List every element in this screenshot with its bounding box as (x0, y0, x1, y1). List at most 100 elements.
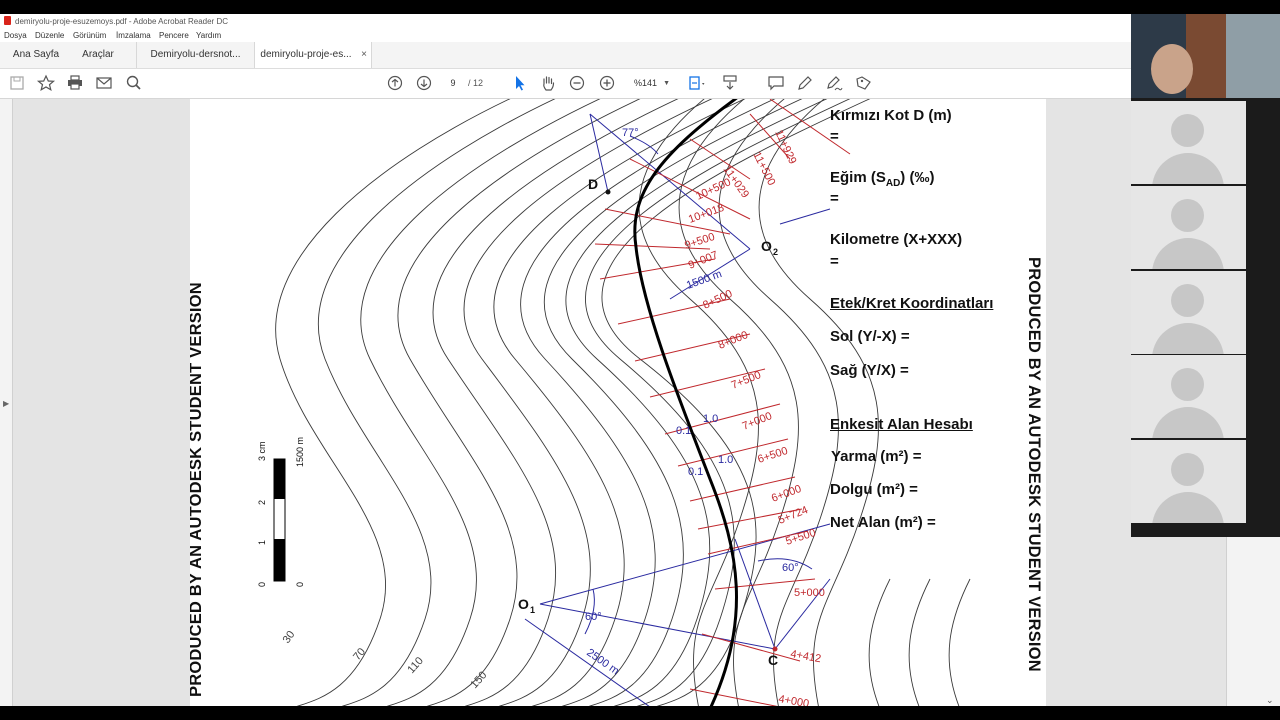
contour-line (318, 99, 556, 706)
sag-coordinate-label: Sağ (Y/X) = (830, 362, 909, 379)
comment-button[interactable] (766, 74, 786, 92)
chevron-down-icon[interactable]: ⌄ (1266, 695, 1274, 706)
slope-label: 0.1 (676, 425, 691, 437)
egim-value: = (830, 190, 839, 207)
avatar-icon (1171, 453, 1204, 486)
highlight-button[interactable] (795, 74, 815, 92)
envelope-icon (96, 77, 112, 89)
fill-sign-icon (856, 76, 871, 90)
geometry-labels: 77° 60° 60° 1500 m 2500 m 0.1 1.0 0.1 1.… (584, 127, 798, 678)
chevron-down-icon: ▼ (663, 80, 670, 87)
menu-bar: Dosya Düzenle Görünüm İmzalama Pencere Y… (0, 29, 1280, 42)
find-button[interactable] (124, 74, 144, 92)
zoom-value: %141 (634, 78, 658, 88)
email-button[interactable] (94, 74, 114, 92)
point-o2-subscript: 2 (773, 247, 778, 257)
zoom-in-button[interactable] (597, 74, 617, 92)
select-tool-button[interactable] (509, 74, 529, 92)
menu-dosya[interactable]: Dosya (4, 31, 27, 40)
participant-tile[interactable] (1131, 186, 1246, 269)
station-label: 4+412 (789, 648, 822, 665)
scroll-mode-button[interactable] (721, 74, 741, 92)
scale-bar: 3 cm 1500 m 2 1 0 0 (257, 437, 305, 587)
scale-tick: 2 (257, 500, 267, 505)
presenter-video (1131, 14, 1280, 98)
zoom-out-button[interactable] (567, 74, 587, 92)
tab-home[interactable]: Ana Sayfa (0, 42, 72, 68)
dolgu-label: Dolgu (m²) = (830, 481, 918, 498)
tab-proje-label: demiryolu-proje-es... (260, 49, 352, 60)
contour-label: 110 (405, 655, 426, 676)
sol-coordinate-label: Sol (Y/-X) = (830, 328, 910, 345)
geometry-line (524, 618, 650, 706)
zoom-level-select[interactable]: %141 ▼ (628, 76, 672, 91)
egim-label: Eğim (SAD) (‰) (830, 169, 934, 189)
document-viewer[interactable]: ▶ 11+929 11+500 11+029 10+500 10+018 9+5… (0, 99, 1280, 706)
avatar-icon (1171, 199, 1204, 232)
tab-tools[interactable]: Araçlar (72, 42, 124, 68)
scale-cm-label: 3 cm (257, 441, 267, 461)
save-button[interactable] (7, 74, 27, 92)
station-tick (701, 633, 801, 662)
station-label: 5+000 (794, 587, 825, 599)
participant-tile[interactable] (1131, 271, 1246, 354)
print-button[interactable] (65, 74, 85, 92)
signature-pen-icon (827, 76, 843, 91)
scale-tick: 0 (257, 582, 267, 587)
menu-pencere[interactable]: Pencere (159, 31, 189, 40)
acrobat-window: demiryolu-proje-esuzemoys.pdf - Adobe Ac… (0, 14, 1280, 706)
station-label: 8+500 (701, 288, 734, 312)
pdf-file-icon (4, 16, 11, 25)
kirmizi-kot-label: Kırmızı Kot D (m) (830, 107, 952, 124)
menu-duzenle[interactable]: Düzenle (35, 31, 64, 40)
point-c-label: C (768, 652, 778, 668)
enkesit-heading: Enkesit Alan Hesabı (830, 416, 973, 433)
contour-line (360, 99, 601, 706)
page-number-input[interactable]: 9 (440, 76, 466, 91)
sign-button[interactable] (824, 74, 844, 92)
station-label: 5+724 (777, 504, 810, 527)
watermark-left: PRODUCED BY AN AUTODESK STUDENT VERSION (190, 282, 205, 697)
avatar-icon (1171, 368, 1204, 401)
close-tab-icon[interactable]: × (361, 42, 367, 68)
point-d-label: D (588, 176, 598, 192)
station-label: 6+000 (770, 483, 803, 505)
slope-label: 1.0 (718, 454, 733, 466)
contour-lines (275, 99, 971, 706)
bookmark-button[interactable] (36, 74, 56, 92)
fit-page-button[interactable] (686, 74, 706, 92)
previous-page-button[interactable] (385, 74, 405, 92)
left-panel-toggle[interactable]: ▶ (0, 99, 13, 706)
next-page-button[interactable] (414, 74, 434, 92)
pen-icon (798, 76, 812, 90)
printer-icon (68, 75, 82, 90)
menu-imzalama[interactable]: İmzalama (116, 31, 151, 40)
net-alan-label: Net Alan (m²) = (830, 514, 936, 531)
tab-bar: Ana Sayfa Araçlar Demiryolu-dersnot... d… (0, 42, 1280, 69)
kilometre-value: = (830, 253, 839, 270)
yarma-label: Yarma (m²) = (831, 448, 922, 465)
angle-label: 60° (782, 562, 799, 574)
arrow-down-circle-icon (416, 75, 432, 91)
slope-label: 1.0 (703, 413, 718, 425)
station-tick (689, 688, 778, 706)
plus-circle-icon (599, 75, 615, 91)
contour-line (758, 99, 879, 706)
fill-sign-button[interactable] (854, 74, 874, 92)
participant-tile[interactable] (1131, 101, 1246, 184)
tab-home-label: Ana Sayfa (12, 49, 60, 60)
tab-document-dersnot[interactable]: Demiryolu-dersnot... (136, 42, 254, 68)
window-title: demiryolu-proje-esuzemoys.pdf - Adobe Ac… (15, 17, 228, 26)
cursor-arrow-icon (516, 76, 525, 91)
point-o2-label: O (761, 238, 772, 254)
participant-tile[interactable] (1131, 355, 1246, 438)
hand-tool-button[interactable] (538, 74, 558, 92)
scroll-mode-icon (723, 75, 737, 90)
menu-gorunum[interactable]: Görünüm (73, 31, 106, 40)
pdf-page: 11+929 11+500 11+029 10+500 10+018 9+500… (190, 99, 1046, 706)
menu-yardim[interactable]: Yardım (196, 31, 221, 40)
participant-tile[interactable] (1131, 440, 1246, 523)
station-label: 6+500 (756, 445, 789, 466)
tab-tools-label: Araçlar (82, 49, 114, 60)
tab-document-proje[interactable]: demiryolu-proje-es... × (254, 42, 372, 68)
